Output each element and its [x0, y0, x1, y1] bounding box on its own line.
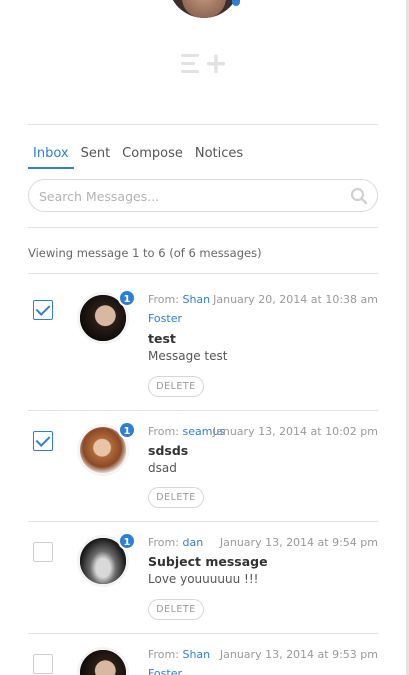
message-checkbox[interactable]	[33, 300, 53, 320]
tab-notices[interactable]: Notices	[190, 143, 248, 169]
message-tabs: Inbox Sent Compose Notices	[28, 143, 250, 169]
delete-button[interactable]: DELETE	[148, 376, 204, 397]
message-subject[interactable]: Subject message	[148, 554, 268, 569]
search-divider	[28, 227, 378, 228]
message-date: January 13, 2014 at 9:53 pm	[219, 648, 378, 661]
sender-link-continued[interactable]: Foster	[148, 312, 182, 325]
message-excerpt: dsad	[148, 461, 177, 475]
sender-link-continued[interactable]: Foster	[148, 667, 182, 675]
search-box	[28, 179, 378, 212]
unread-badge: 1	[118, 421, 136, 439]
compose-add-icon[interactable]	[180, 52, 226, 76]
search-input[interactable]	[39, 186, 339, 206]
message-date: January 20, 2014 at 10:38 am	[213, 293, 378, 306]
from-line: From: Shan	[148, 648, 211, 661]
message-date: January 13, 2014 at 10:02 pm	[212, 425, 378, 438]
from-line: From: Shan	[148, 293, 211, 306]
delete-button[interactable]: DELETE	[148, 599, 204, 620]
message-checkbox[interactable]	[33, 431, 53, 451]
header-divider	[28, 124, 378, 125]
message-row[interactable]: 1 From: dan January 13, 2014 at 9:54 pm …	[0, 522, 409, 632]
from-line: From: dan	[148, 536, 204, 549]
tab-compose[interactable]: Compose	[117, 143, 188, 169]
online-status-dot	[232, 0, 240, 6]
message-row[interactable]: From: Shan January 13, 2014 at 9:53 pm F…	[0, 634, 409, 675]
message-checkbox[interactable]	[33, 654, 53, 674]
message-checkbox[interactable]	[33, 542, 53, 562]
tab-sent[interactable]: Sent	[76, 143, 116, 169]
tab-inbox[interactable]: Inbox	[28, 143, 74, 169]
delete-button[interactable]: DELETE	[148, 487, 204, 508]
message-row[interactable]: 1 From: Shan January 20, 2014 at 10:38 a…	[0, 274, 409, 410]
sender-link[interactable]: dan	[182, 536, 203, 549]
profile-avatar[interactable]	[168, 0, 240, 18]
message-date: January 13, 2014 at 9:54 pm	[219, 536, 378, 549]
sender-link[interactable]: Shan	[182, 648, 210, 661]
message-subject[interactable]: test	[148, 331, 176, 346]
unread-badge: 1	[118, 289, 136, 307]
message-row[interactable]: 1 From: seamus January 13, 2014 at 10:02…	[0, 411, 409, 521]
message-excerpt: Message test	[148, 349, 228, 363]
message-subject[interactable]: sdsds	[148, 443, 188, 458]
sender-avatar[interactable]	[77, 647, 129, 675]
unread-badge: 1	[118, 532, 136, 550]
sender-link[interactable]: Shan	[182, 293, 210, 306]
search-icon[interactable]	[350, 187, 368, 205]
messages-page: Inbox Sent Compose Notices Viewing messa…	[0, 0, 409, 675]
message-excerpt: Love youuuuuu !!!	[148, 572, 259, 586]
pagination-count: Viewing message 1 to 6 (of 6 messages)	[28, 246, 262, 260]
